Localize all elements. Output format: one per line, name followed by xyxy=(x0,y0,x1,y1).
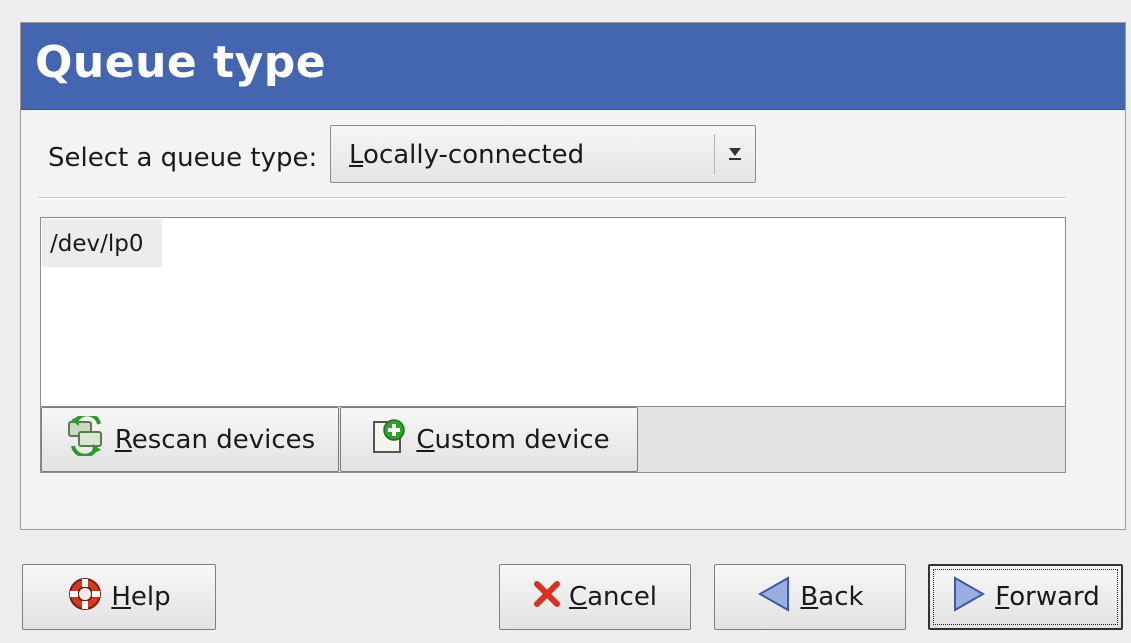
queue-type-dropdown[interactable]: Locally-connected xyxy=(330,125,756,183)
rescan-devices-label: Rescan devices xyxy=(115,425,315,455)
custom-device-button[interactable]: Custom device xyxy=(340,407,638,472)
rescan-devices-label-rest: escan devices xyxy=(131,424,316,455)
queue-type-selected-value: Locally-connected xyxy=(349,140,584,170)
mnemonic-c: C xyxy=(568,582,588,612)
forward-label-rest: orward xyxy=(1009,582,1100,612)
queue-type-selected-rest: ocally-connected xyxy=(363,140,585,170)
custom-device-label-rest: ustom device xyxy=(434,424,610,455)
add-document-icon xyxy=(368,416,408,463)
rescan-devices-button[interactable]: Rescan devices xyxy=(41,407,339,472)
queue-type-label: Select a queue type: xyxy=(48,143,318,173)
help-button[interactable]: Help xyxy=(22,564,216,630)
forward-button[interactable]: Forward xyxy=(928,564,1123,630)
mnemonic-l: L xyxy=(349,140,364,170)
device-list-item-label: /dev/lp0 xyxy=(50,231,144,257)
chevron-down-icon[interactable] xyxy=(715,126,755,182)
separator xyxy=(38,197,1066,199)
lifebuoy-icon xyxy=(67,576,103,619)
help-label: Help xyxy=(111,582,170,612)
cancel-button[interactable]: Cancel xyxy=(499,564,691,630)
back-triangle-icon xyxy=(756,574,792,621)
cancel-label-rest: ancel xyxy=(587,582,658,612)
mnemonic-h: H xyxy=(111,582,131,612)
forward-label: Forward xyxy=(995,582,1100,612)
cancel-label: Cancel xyxy=(569,582,657,612)
mnemonic-b: B xyxy=(800,582,819,612)
custom-device-label: Custom device xyxy=(416,425,609,455)
device-list[interactable]: /dev/lp0 xyxy=(40,217,1066,407)
back-label: Back xyxy=(800,582,863,612)
red-x-icon xyxy=(533,580,561,615)
device-button-row: Rescan devices Custom device xyxy=(40,407,1066,473)
mnemonic-f: F xyxy=(995,582,1010,612)
help-label-rest: elp xyxy=(130,582,171,612)
mnemonic-r: R xyxy=(114,424,132,455)
back-label-rest: ack xyxy=(818,582,864,612)
mnemonic-c: C xyxy=(416,424,435,455)
page-header: Queue type xyxy=(21,23,1125,110)
back-button[interactable]: Back xyxy=(714,564,906,630)
printer-wizard-window: Queue type Select a queue type: Locally-… xyxy=(0,0,1131,643)
refresh-icon xyxy=(65,412,107,463)
forward-triangle-icon xyxy=(951,574,987,621)
page-title: Queue type xyxy=(35,37,327,88)
device-list-item[interactable]: /dev/lp0 xyxy=(42,219,162,267)
